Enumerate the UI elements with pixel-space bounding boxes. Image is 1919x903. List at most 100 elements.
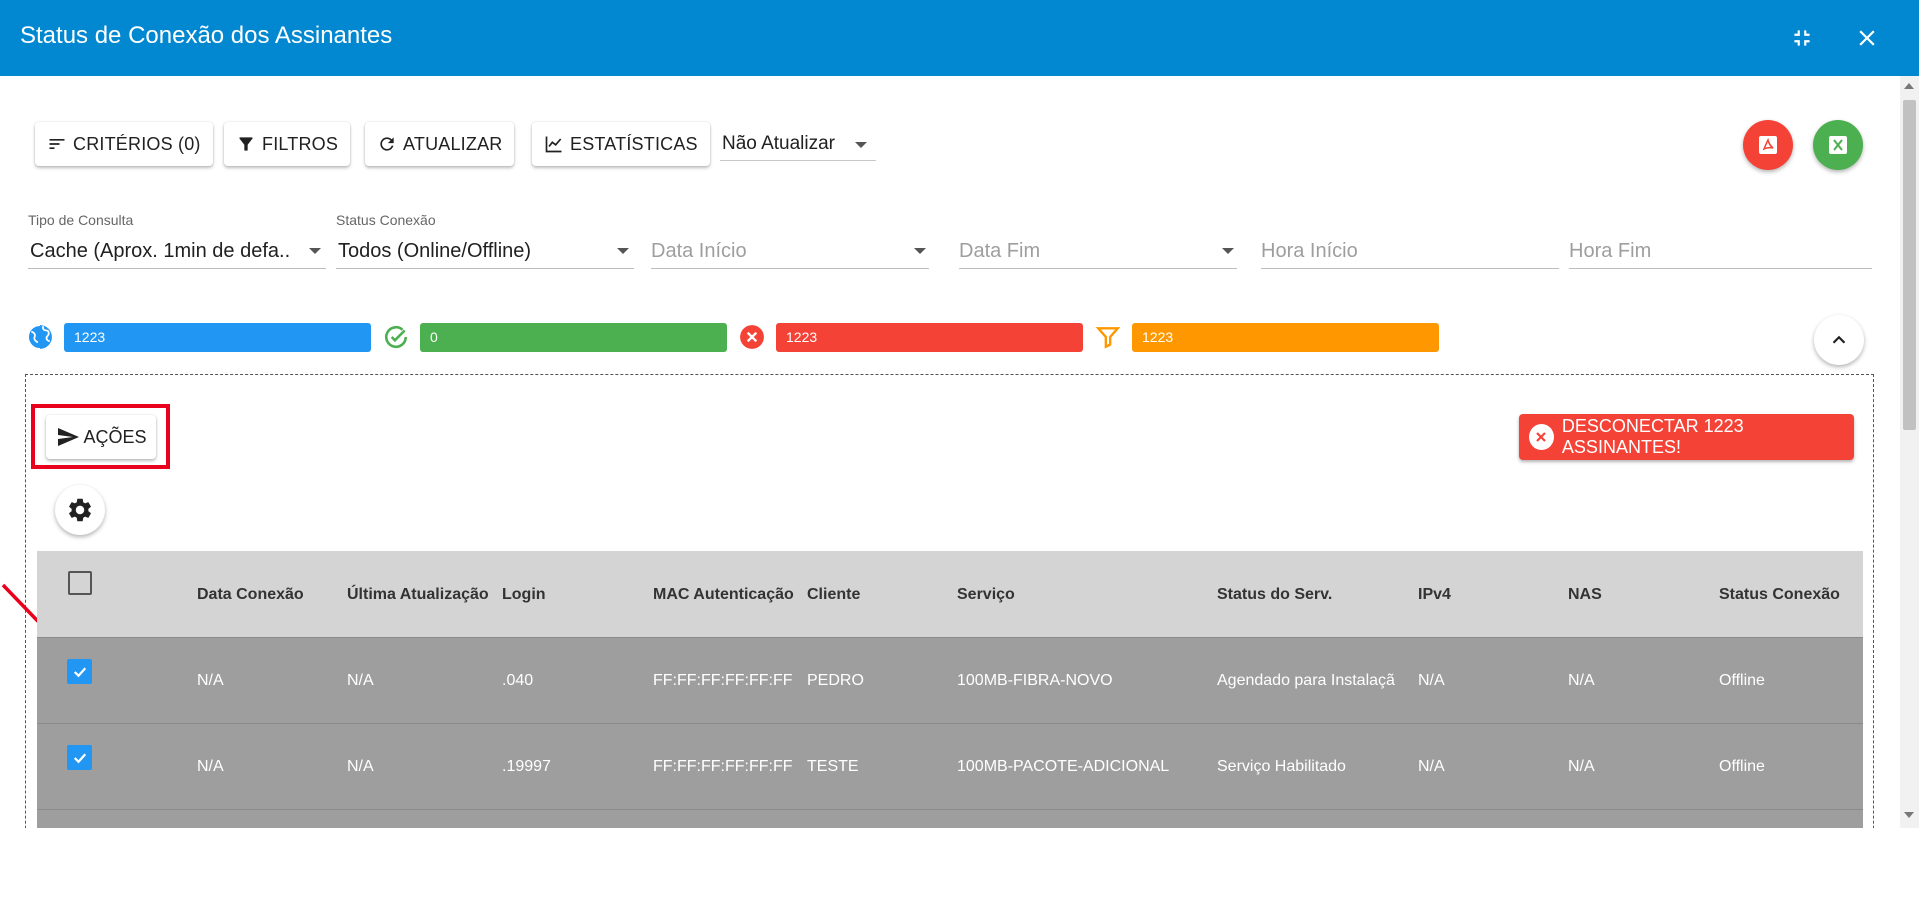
cell-ipv4: N/A	[1418, 758, 1445, 775]
check-icon	[73, 752, 86, 763]
total-counter-bar: 1223	[64, 323, 371, 352]
table-settings-button[interactable]	[55, 485, 105, 535]
chevron-down-icon	[1222, 248, 1234, 254]
chart-line-icon	[544, 134, 564, 154]
hora-fim-underline	[1569, 268, 1872, 269]
cell-mac: FF:FF:FF:FF:FF:FF	[653, 672, 793, 689]
cell-data-conexao: N/A	[197, 758, 224, 775]
table-row[interactable]: N/A N/A .19997 FF:FF:FF:FF:FF:FF TESTE 1…	[37, 723, 1863, 809]
chevron-down-icon	[914, 248, 926, 254]
filter-icon	[236, 134, 256, 154]
column-header[interactable]: Cliente	[807, 586, 860, 604]
send-icon	[58, 428, 80, 446]
column-header[interactable]: IPv4	[1418, 586, 1451, 604]
filtered-counter-bar: 1223	[1132, 323, 1439, 352]
data-fim-underline	[959, 268, 1237, 269]
select-underline	[720, 160, 876, 161]
table-row[interactable]: N/A N/A .040 FF:FF:FF:FF:FF:FF PEDRO 100…	[37, 637, 1863, 723]
criterios-label: CRITÉRIOS (0)	[73, 133, 201, 154]
cell-status-servico: Agendado para Instalaçã	[1217, 672, 1395, 689]
scroll-up-arrow[interactable]	[1904, 83, 1914, 89]
acoes-button[interactable]: AÇÕES	[46, 415, 156, 459]
check-circle-icon	[381, 322, 411, 352]
pdf-icon	[1759, 136, 1777, 154]
dialog-bottom	[0, 828, 1919, 903]
scroll-down-arrow[interactable]	[1904, 812, 1914, 818]
cell-status-conexao: Offline	[1719, 672, 1765, 689]
scrollbar-thumb[interactable]	[1903, 100, 1916, 430]
cell-cliente: TESTE	[807, 758, 859, 775]
gear-icon	[69, 498, 91, 522]
chevron-down-icon	[617, 248, 629, 254]
tipo-consulta-label: Tipo de Consulta	[28, 212, 134, 228]
select-all-checkbox[interactable]	[68, 571, 92, 595]
column-header[interactable]: Status do Serv.	[1217, 586, 1332, 604]
close-icon[interactable]	[1849, 20, 1885, 56]
criterios-button[interactable]: CRITÉRIOS (0)	[35, 122, 213, 166]
column-header[interactable]: MAC Autenticação	[653, 586, 794, 604]
cell-servico: 100MB-PACOTE-ADICIONAL	[957, 758, 1170, 775]
column-header[interactable]: NAS	[1568, 586, 1602, 604]
cell-cliente: PEDRO	[807, 672, 864, 689]
excel-export-button[interactable]	[1813, 120, 1863, 170]
cell-data-conexao: N/A	[197, 672, 224, 689]
data-inicio-underline	[651, 268, 929, 269]
status-conexao-value: Todos (Online/Offline)	[338, 240, 532, 262]
subscriber-connection-dialog: { "header": { "title": "Status de Conexã…	[0, 0, 1919, 903]
hora-fim-placeholder: Hora Fim	[1569, 240, 1652, 262]
chevron-up-icon	[1832, 335, 1846, 344]
chevron-down-icon	[309, 248, 321, 254]
estatisticas-label: ESTATÍSTICAS	[570, 133, 698, 154]
cell-status-servico: Serviço Habilitado	[1217, 758, 1346, 775]
disconnect-all-button[interactable]: DESCONECTAR 1223 ASSINANTES!	[1519, 414, 1854, 460]
row-checkbox[interactable]	[67, 659, 92, 684]
collapse-icon[interactable]	[1784, 20, 1820, 56]
column-header[interactable]: Última Atualização	[347, 586, 489, 604]
dialog-header: Status de Conexão dos Assinantes	[0, 0, 1919, 76]
cell-ultima-atualizacao: N/A	[347, 672, 374, 689]
column-header[interactable]: Login	[502, 586, 546, 604]
data-fim-placeholder: Data Fim	[959, 240, 1041, 262]
estatisticas-button[interactable]: ESTATÍSTICAS	[532, 122, 710, 166]
status-conexao-label: Status Conexão	[336, 212, 436, 228]
cell-servico: 100MB-FIBRA-NOVO	[957, 672, 1113, 689]
cell-status-conexao: Offline	[1719, 758, 1765, 775]
hora-inicio-underline	[1261, 268, 1559, 269]
column-header[interactable]: Data Conexão	[197, 586, 304, 604]
cell-ipv4: N/A	[1418, 672, 1445, 689]
check-icon	[73, 666, 86, 677]
globe-icon	[25, 322, 55, 352]
atualizar-button[interactable]: ATUALIZAR	[365, 122, 515, 166]
refresh-icon	[377, 134, 397, 154]
cell-nas: N/A	[1568, 672, 1595, 689]
atualizar-label: ATUALIZAR	[403, 133, 503, 154]
offline-counter-bar: 1223	[776, 323, 1083, 352]
sort-icon	[47, 134, 67, 154]
cell-ultima-atualizacao: N/A	[347, 758, 374, 775]
filtros-label: FILTROS	[262, 133, 339, 154]
excel-icon	[1829, 136, 1847, 154]
cell-nas: N/A	[1568, 758, 1595, 775]
data-inicio-placeholder: Data Início	[651, 240, 747, 262]
dialog-title: Status de Conexão dos Assinantes	[20, 22, 393, 49]
column-header[interactable]: Serviço	[957, 586, 1015, 604]
tipo-consulta-value: Cache (Aprox. 1min de defa...	[30, 240, 290, 262]
error-circle-icon	[737, 322, 767, 352]
status-conexao-underline	[336, 268, 634, 269]
close-circle-icon	[1529, 424, 1554, 450]
disconnect-label: DESCONECTAR 1223 ASSINANTES!	[1561, 416, 1744, 457]
filter-outline-icon	[1093, 322, 1123, 352]
pdf-export-button[interactable]	[1743, 120, 1793, 170]
tipo-consulta-underline	[28, 268, 326, 269]
auto-refresh-value: Não Atualizar	[722, 133, 836, 154]
filtros-button[interactable]: FILTROS	[224, 122, 351, 166]
column-header[interactable]: Status Conexão	[1719, 586, 1840, 604]
online-counter-bar: 0	[420, 323, 727, 352]
cell-login: .040	[502, 672, 534, 689]
chevron-down-icon	[855, 142, 867, 148]
table-header: Data Conexão Última Atualização Login MA…	[37, 551, 1863, 637]
collapse-counters-button[interactable]	[1814, 315, 1864, 365]
cell-mac: FF:FF:FF:FF:FF:FF	[653, 758, 793, 775]
hora-inicio-placeholder: Hora Início	[1261, 240, 1358, 262]
row-checkbox[interactable]	[67, 745, 92, 770]
